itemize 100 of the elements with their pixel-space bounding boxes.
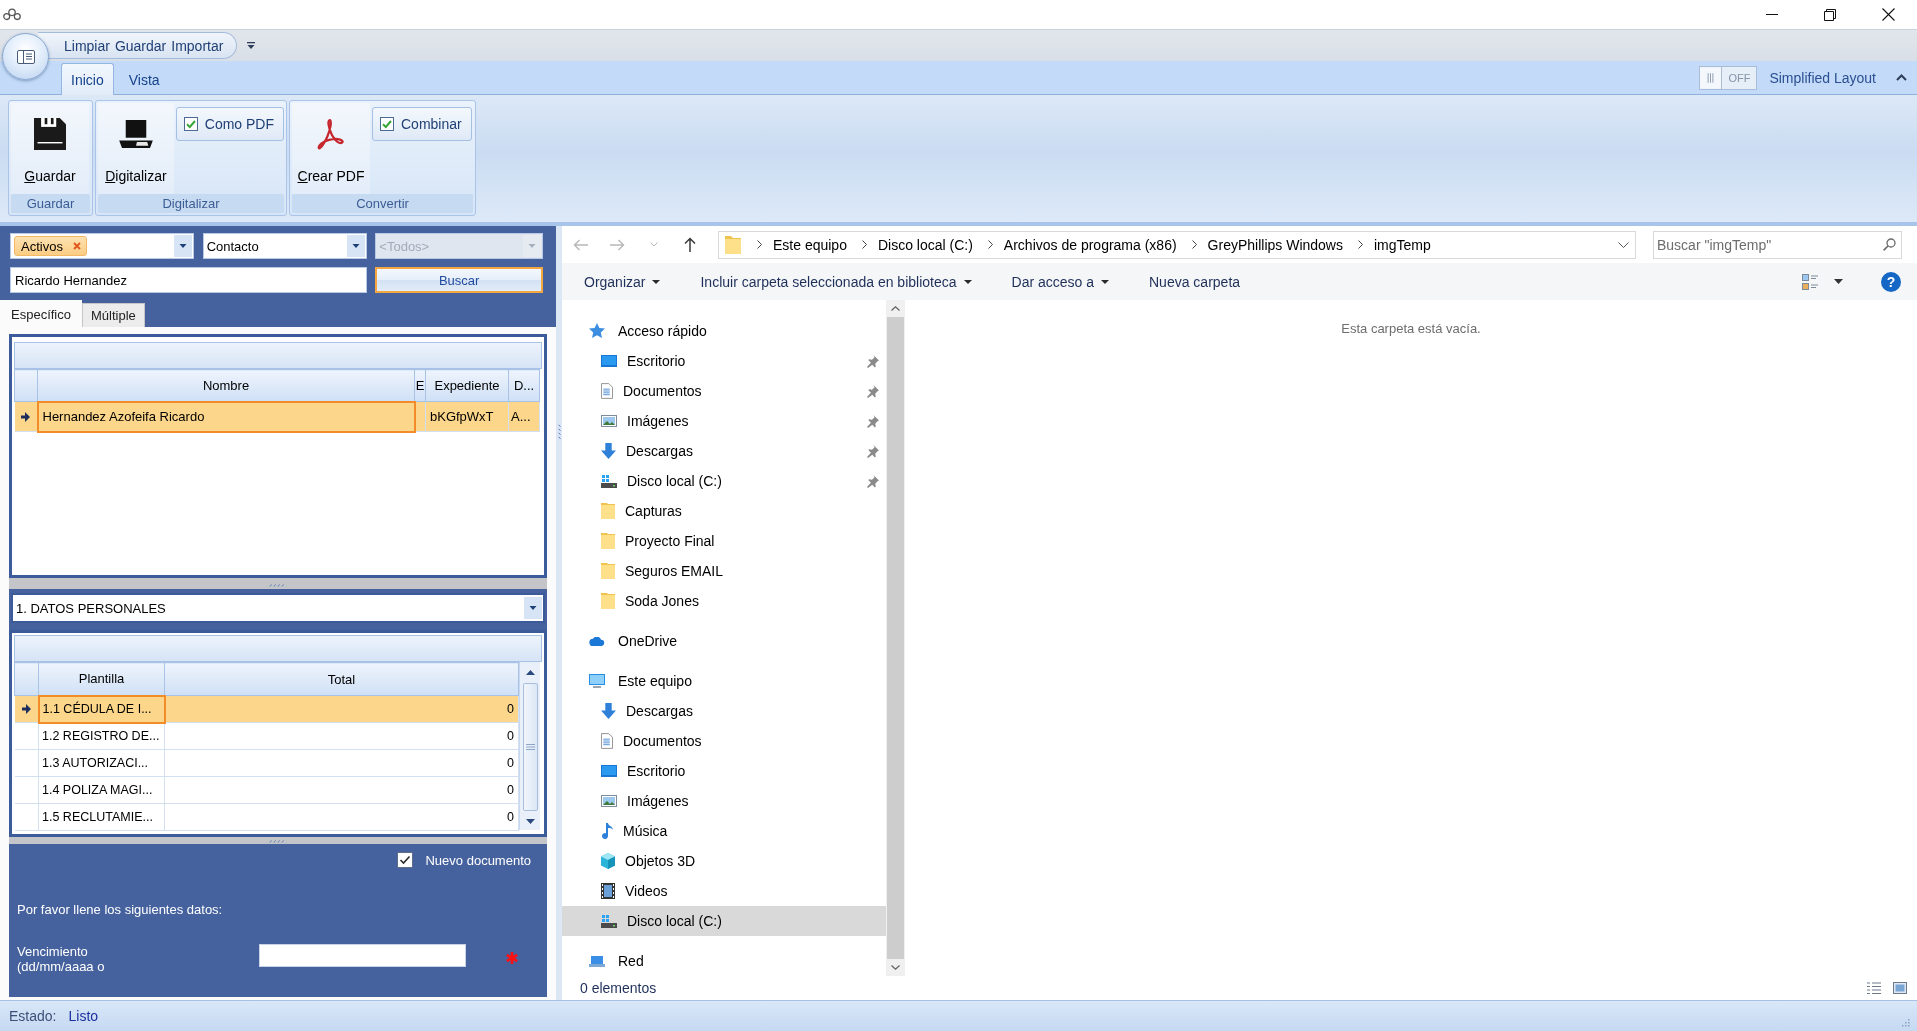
chevron-right-icon[interactable] [861, 240, 867, 249]
address-bar[interactable]: Este equipo Disco local (C:) Archivos de programa (x86) GreyPhillips Windows imgTemp [718, 230, 1636, 259]
table-row[interactable]: 1.3 AUTORIZACI... 0 [14, 749, 519, 777]
command-button[interactable]: Incluir carpeta seleccionada en biblioteca [691, 267, 981, 296]
toolbar-button[interactable]: Guardar [113, 35, 168, 56]
checkbox[interactable] [183, 117, 198, 131]
checkbox-button[interactable]: Combinar [372, 107, 472, 141]
nav-tree-item[interactable]: Videos [562, 876, 886, 906]
scroll-down-icon[interactable] [525, 819, 535, 824]
scroll-down-icon[interactable] [891, 965, 900, 970]
column-header[interactable]: Expediente [425, 369, 509, 402]
grip-icon[interactable] [269, 840, 287, 843]
breadcrumb-item[interactable]: Este equipo [773, 236, 847, 253]
ribbon-tab[interactable]: Inicio [61, 63, 114, 95]
nav-tree-item[interactable]: Objetos 3D [562, 846, 886, 876]
new-document-checkbox[interactable]: Nuevo documento [397, 852, 531, 868]
nav-tree-item[interactable]: Seguros EMAIL [562, 556, 886, 586]
nav-tree-item[interactable]: Escritorio [562, 346, 886, 376]
checkbox[interactable] [380, 117, 394, 131]
caret-icon[interactable] [1834, 279, 1843, 284]
table-row[interactable]: Hernandez Azofeifa Ricardo bKGfpWxT A... [14, 401, 540, 432]
grip-icon[interactable] [269, 584, 287, 587]
scroll-up-icon[interactable] [525, 670, 535, 675]
chevron-right-icon[interactable] [987, 240, 993, 249]
nav-tree-item[interactable]: Documentos [562, 376, 886, 406]
remove-icon[interactable] [72, 242, 81, 250]
details-view-icon[interactable] [1867, 982, 1881, 994]
table-row[interactable]: 1.5 RECLUTAMIE... 0 [14, 803, 519, 831]
type-combo[interactable]: Contacto [202, 233, 368, 259]
chevron-right-icon[interactable] [757, 240, 762, 249]
pin-icon[interactable] [867, 384, 879, 398]
nav-tree-item[interactable]: Proyecto Final [562, 526, 886, 556]
search-icon[interactable] [1883, 237, 1896, 251]
date-field[interactable] [259, 944, 466, 967]
column-header[interactable]: Plantilla [38, 662, 165, 696]
table-row[interactable]: 1.1 CÉDULA DE I... 0 [14, 695, 519, 723]
up-arrow-icon[interactable] [684, 237, 696, 252]
search-field[interactable]: Ricardo Hernandez [10, 267, 368, 293]
ribbon-tab[interactable]: Vista [118, 63, 170, 95]
vertical-scrollbar[interactable] [886, 300, 905, 976]
column-header[interactable]: E [414, 369, 426, 402]
tab[interactable]: Específico [0, 300, 82, 327]
large-icons-view-icon[interactable] [1893, 982, 1907, 994]
scroll-thumb[interactable] [522, 683, 538, 811]
nav-tree-item[interactable]: Documentos [562, 726, 886, 756]
nav-tree-item[interactable]: Imágenes [562, 786, 886, 816]
ribbon-button[interactable]: Guardar [11, 103, 89, 194]
grip-icon[interactable] [557, 424, 561, 442]
toolbar-button[interactable]: Limpiar [63, 35, 111, 56]
tab[interactable]: Múltiple [82, 303, 145, 327]
pin-icon[interactable] [867, 444, 879, 458]
section-combo[interactable]: 1. DATOS PERSONALES [11, 593, 545, 623]
checkbox[interactable] [397, 852, 414, 868]
close-icon[interactable] [1882, 8, 1895, 21]
column-header[interactable]: D... [508, 369, 540, 402]
table-row[interactable]: 1.2 REGISTRO DE... 0 [14, 722, 519, 750]
nav-tree-item[interactable]: Descargas [562, 696, 886, 726]
nav-tree-item[interactable]: Disco local (C:) [562, 906, 886, 936]
table-row[interactable]: 1.4 POLIZA MAGI... 0 [14, 776, 519, 804]
filter-tag[interactable]: Activos [14, 236, 87, 256]
customize-caret-icon[interactable] [247, 42, 256, 49]
column-header[interactable]: Total [164, 662, 519, 696]
nav-tree-item[interactable]: Acceso rápido [562, 316, 886, 346]
collapse-caret-icon[interactable] [1896, 74, 1907, 81]
nav-tree-item[interactable]: Música [562, 816, 886, 846]
restore-icon[interactable] [1824, 8, 1836, 21]
chevron-right-icon[interactable] [1191, 240, 1197, 249]
command-button[interactable]: Nueva carpeta [1140, 267, 1250, 296]
view-options-icon[interactable] [1802, 273, 1818, 290]
breadcrumb-item[interactable]: Disco local (C:) [877, 236, 973, 253]
nav-tree-item[interactable]: Disco local (C:) [562, 466, 886, 496]
scroll-thumb[interactable] [887, 317, 904, 959]
ribbon-button[interactable]: Crear PDF [292, 103, 370, 194]
pin-icon[interactable] [867, 474, 879, 488]
nav-tree-item[interactable]: Este equipo [562, 666, 886, 696]
nav-tree-item[interactable]: Capturas [562, 496, 886, 526]
nav-tree-item[interactable]: Soda Jones [562, 586, 886, 616]
command-button[interactable]: Organizar [575, 267, 670, 296]
scroll-up-icon[interactable] [891, 306, 900, 311]
search-button[interactable]: Buscar [375, 267, 543, 293]
chevron-right-icon[interactable] [1358, 240, 1363, 249]
help-button[interactable]: ? [1881, 271, 1901, 292]
command-button[interactable]: Dar acceso a [1002, 267, 1118, 296]
status-combo[interactable]: Activos [10, 233, 194, 259]
nav-tree-item[interactable]: Descargas [562, 436, 886, 466]
pin-icon[interactable] [867, 414, 879, 428]
toolbar-button[interactable]: Importar [170, 35, 225, 56]
pin-icon[interactable] [867, 354, 879, 368]
ribbon-button[interactable]: Digitalizar [98, 103, 174, 194]
column-header[interactable]: Nombre [37, 369, 415, 402]
breadcrumb-item[interactable]: imgTemp [1374, 236, 1431, 253]
nav-tree-item[interactable]: OneDrive [562, 626, 886, 656]
breadcrumb-item[interactable]: GreyPhillips Windows [1207, 236, 1343, 253]
chevron-down-icon[interactable] [1618, 241, 1629, 248]
nav-tree-item[interactable]: Escritorio [562, 756, 886, 786]
nav-tree-item[interactable]: Imágenes [562, 406, 886, 436]
nav-tree-item[interactable]: Red [562, 946, 886, 976]
vertical-scrollbar[interactable] [519, 662, 540, 830]
breadcrumb-item[interactable]: Archivos de programa (x86) [1003, 236, 1177, 253]
resize-grip-icon[interactable] [1900, 1018, 1910, 1028]
